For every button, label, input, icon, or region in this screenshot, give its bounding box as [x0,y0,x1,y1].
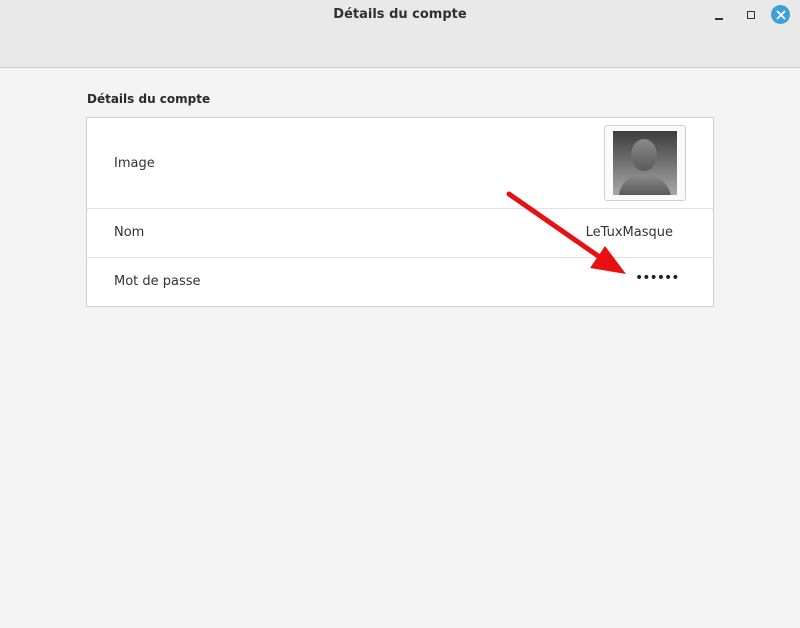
name-value[interactable]: LeTuxMasque [586,225,673,240]
minimize-button[interactable] [710,6,728,24]
avatar-button[interactable] [604,125,686,201]
account-details-card: Image Nom LeTuxMasque Mot de passe •••••… [86,117,714,307]
name-label: Nom [114,225,145,240]
row-name[interactable]: Nom LeTuxMasque [87,209,713,258]
row-password[interactable]: Mot de passe •••••• [87,258,713,306]
minimize-icon [715,18,723,20]
password-value[interactable]: •••••• [635,270,680,286]
close-icon [776,10,785,19]
maximize-button[interactable] [742,6,760,24]
close-button[interactable] [771,5,790,24]
row-image: Image [87,118,713,209]
image-label: Image [114,156,155,171]
window-titlebar: Détails du compte [0,0,800,68]
avatar [613,131,677,195]
maximize-icon [747,11,755,19]
user-silhouette-icon [613,131,677,195]
section-title: Détails du compte [87,92,211,106]
password-label: Mot de passe [114,274,201,289]
window-title: Détails du compte [333,7,467,22]
